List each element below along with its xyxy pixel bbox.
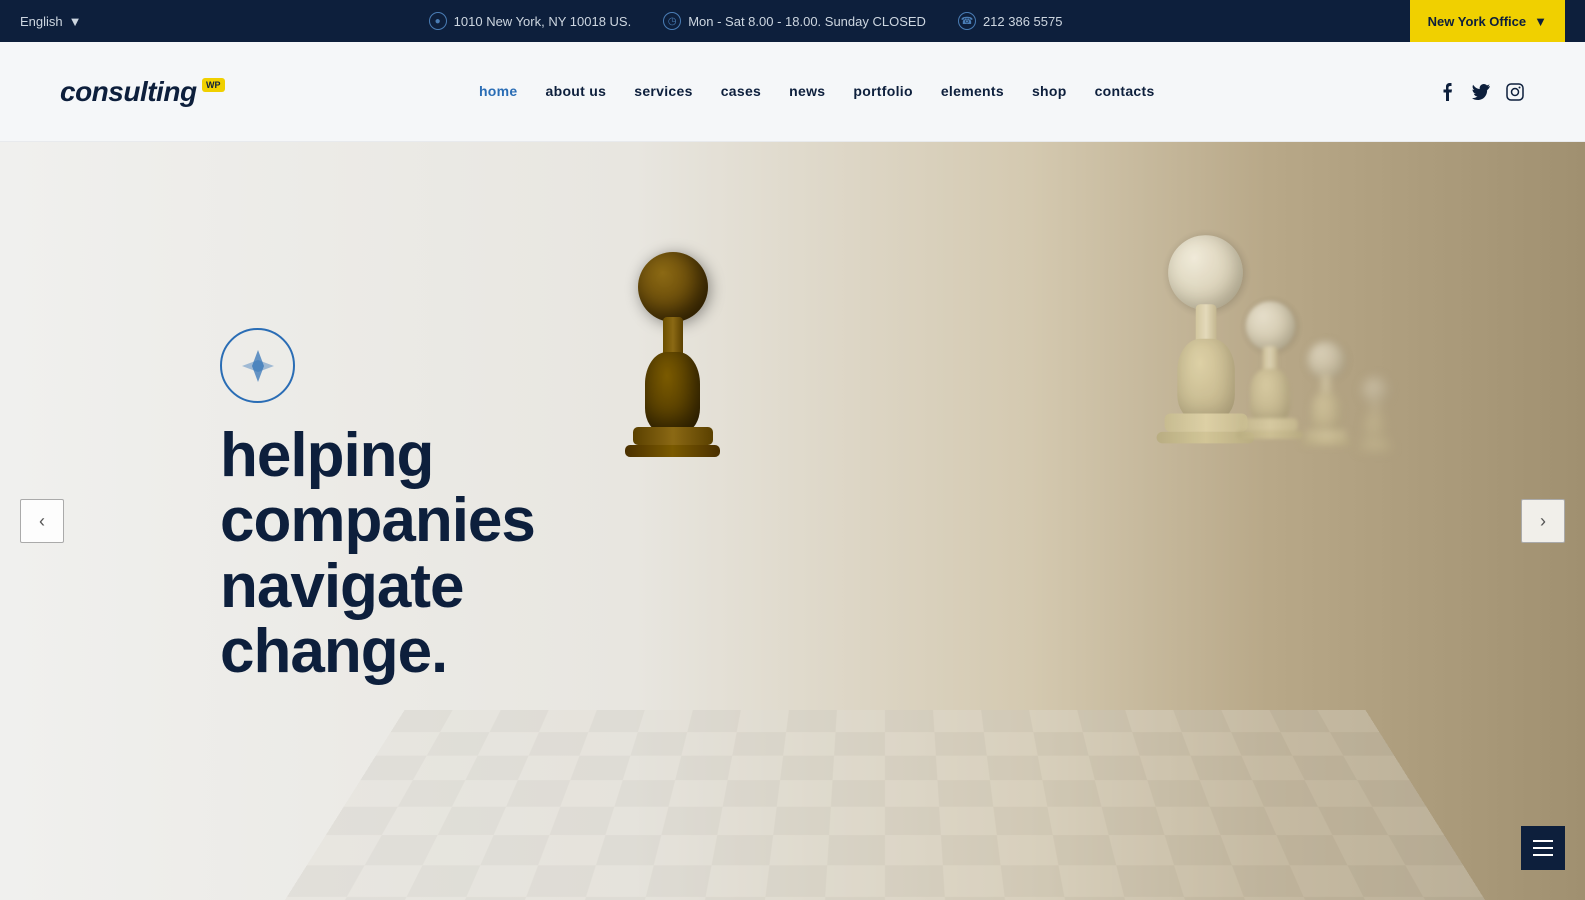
address-text: 1010 New York, NY 10018 US. — [454, 14, 632, 29]
nav-link-elements[interactable]: elements — [941, 83, 1004, 99]
nav-link-services[interactable]: services — [634, 83, 692, 99]
social-links — [1437, 82, 1525, 102]
hamburger-icon — [1533, 840, 1553, 856]
nav-item-contacts[interactable]: contacts — [1095, 83, 1155, 101]
hero-line-2: companies — [220, 488, 535, 553]
nav-item-portfolio[interactable]: portfolio — [853, 83, 912, 101]
slider-prev-button[interactable]: ‹ — [20, 499, 64, 543]
logo[interactable]: consulting WP — [60, 76, 197, 108]
location-icon: ● — [429, 12, 447, 30]
hours-text: Mon - Sat 8.00 - 18.00. Sunday CLOSED — [688, 14, 926, 29]
hero-heading: helping companies navigate change. — [220, 423, 535, 683]
nav-link-portfolio[interactable]: portfolio — [853, 83, 912, 99]
white-pawn-4 — [1357, 377, 1393, 451]
phone-item[interactable]: ☎ 212 386 5575 — [958, 12, 1063, 30]
logo-text: consulting — [60, 76, 197, 108]
nav-item-cases[interactable]: cases — [721, 83, 761, 101]
nav-item-elements[interactable]: elements — [941, 83, 1004, 101]
top-bar: English ▼ ● 1010 New York, NY 10018 US. … — [0, 0, 1585, 42]
hamburger-line-1 — [1533, 840, 1553, 842]
nav-link-about[interactable]: about us — [546, 83, 607, 99]
facebook-icon[interactable] — [1437, 82, 1457, 102]
language-arrow: ▼ — [69, 14, 82, 29]
instagram-icon[interactable] — [1505, 82, 1525, 102]
nav-link-shop[interactable]: shop — [1032, 83, 1067, 99]
nav-item-home[interactable]: home — [479, 83, 518, 101]
nav-item-about[interactable]: about us — [546, 83, 607, 101]
nav-link-news[interactable]: news — [789, 83, 825, 99]
hours-item: ◷ Mon - Sat 8.00 - 18.00. Sunday CLOSED — [663, 12, 926, 30]
office-arrow: ▼ — [1534, 14, 1547, 29]
white-pawn-2 — [1237, 301, 1304, 467]
white-pawn-3 — [1301, 341, 1352, 457]
nav-link-cases[interactable]: cases — [721, 83, 761, 99]
language-label: English — [20, 14, 63, 29]
nav-item-news[interactable]: news — [789, 83, 825, 101]
phone-text: 212 386 5575 — [983, 14, 1063, 29]
pawn-neck — [663, 317, 683, 357]
hero-content: helping companies navigate change. — [220, 328, 535, 683]
chess-pieces-area — [505, 202, 1405, 882]
white-pawns-row — [1178, 232, 1405, 476]
contact-info: ● 1010 New York, NY 10018 US. ◷ Mon - Sa… — [429, 12, 1063, 30]
nav-item-shop[interactable]: shop — [1032, 83, 1067, 101]
pawn-foot — [625, 445, 720, 457]
office-selector[interactable]: New York Office ▼ — [1410, 0, 1565, 42]
pawn-head — [638, 252, 708, 322]
hero-line-3: navigate — [220, 554, 535, 619]
prev-chevron-icon: ‹ — [39, 511, 45, 532]
logo-badge: WP — [202, 78, 225, 92]
nav-menu: home about us services cases news portfo… — [479, 83, 1155, 101]
next-chevron-icon: › — [1540, 511, 1546, 532]
navbar: consulting WP home about us services cas… — [0, 42, 1585, 142]
clock-icon: ◷ — [663, 12, 681, 30]
pawn-body — [645, 352, 700, 432]
hero-line-1: helping — [220, 423, 535, 488]
language-selector[interactable]: English ▼ — [20, 14, 82, 29]
dark-pawn — [625, 252, 720, 457]
pawn-base — [633, 427, 713, 445]
nav-link-contacts[interactable]: contacts — [1095, 83, 1155, 99]
compass-icon — [220, 328, 295, 403]
phone-icon: ☎ — [958, 12, 976, 30]
hero-line-4: change. — [220, 619, 535, 684]
nav-link-home[interactable]: home — [479, 83, 518, 99]
twitter-icon[interactable] — [1471, 82, 1491, 102]
slider-next-button[interactable]: › — [1521, 499, 1565, 543]
office-label: New York Office — [1428, 14, 1527, 29]
menu-toggle-button[interactable] — [1521, 826, 1565, 870]
nav-item-services[interactable]: services — [634, 83, 692, 101]
hero-section: helping companies navigate change. ‹ › — [0, 142, 1585, 900]
hamburger-line-2 — [1533, 847, 1553, 849]
hamburger-line-3 — [1533, 854, 1553, 856]
address-item: ● 1010 New York, NY 10018 US. — [429, 12, 632, 30]
